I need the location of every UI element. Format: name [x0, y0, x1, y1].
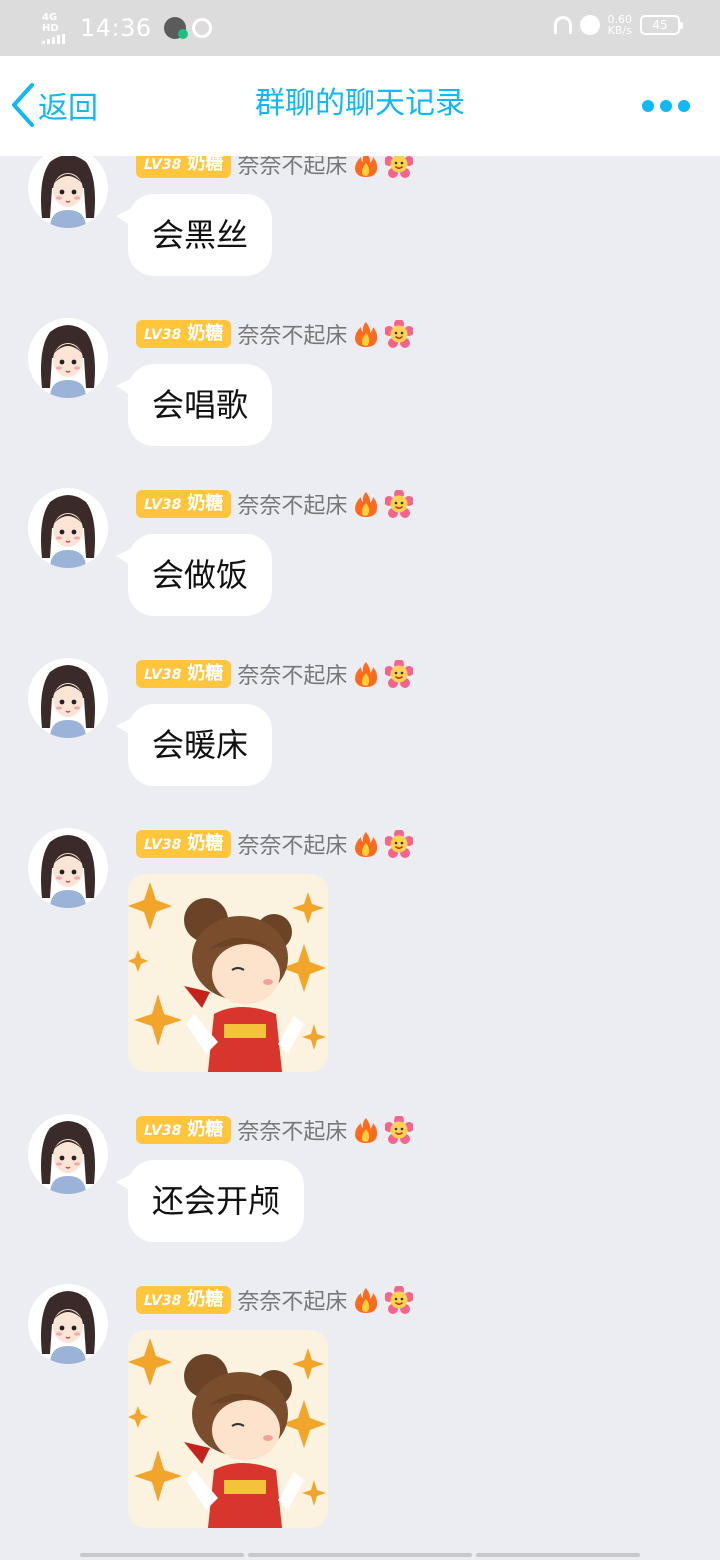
- message-bubble[interactable]: 还会开颅: [115, 1160, 305, 1242]
- status-bar: 4G HD 14:36 0.60 KB/s 45: [0, 0, 720, 56]
- level-badge: LV38 奶糖: [136, 660, 232, 688]
- message-list[interactable]: LV38 奶糖 奈奈不起床 会黑丝 LV38 奶糖 奈奈不起床 会唱歌 LV38 奶糖 奈奈…: [0, 156, 720, 1560]
- sync-icon: [191, 18, 212, 38]
- sender-name: 奈奈不起床: [237, 834, 348, 859]
- level-badge: LV38 奶糖: [136, 1286, 232, 1314]
- fire-icon: [353, 490, 379, 518]
- level-label: LV38: [144, 1293, 182, 1309]
- level-badge: LV38 奶糖: [136, 320, 232, 348]
- network-label: 4G HD: [42, 12, 59, 34]
- avatar[interactable]: [28, 1284, 108, 1364]
- speed-unit: KB/s: [607, 24, 632, 37]
- scroll-indicator: [248, 1553, 472, 1557]
- avatar[interactable]: [28, 488, 108, 568]
- sender-meta: LV38 奶糖 奈奈不起床: [136, 1285, 415, 1315]
- level-label: LV38: [144, 157, 182, 173]
- member-title: 奶糖: [187, 1289, 224, 1310]
- message-bubble[interactable]: 会黑丝: [115, 194, 273, 276]
- level-label: LV38: [144, 497, 182, 513]
- member-title: 奶糖: [187, 833, 224, 854]
- battery-icon: 45: [640, 15, 683, 35]
- level-badge: LV38 奶糖: [136, 490, 232, 518]
- flower-face-icon: [384, 319, 415, 348]
- level-label: LV38: [144, 837, 182, 853]
- avatar[interactable]: [28, 1114, 108, 1194]
- avatar[interactable]: [28, 658, 108, 738]
- network-speed: 0.60 KB/s: [608, 14, 633, 36]
- sender-name: 奈奈不起床: [237, 324, 348, 349]
- avatar[interactable]: [28, 318, 108, 398]
- fire-icon: [353, 1116, 379, 1144]
- sender-meta: LV38 奶糖 奈奈不起床: [136, 1115, 415, 1145]
- sender-meta: LV38 奶糖 奈奈不起床: [136, 156, 415, 179]
- flower-face-icon: [384, 659, 415, 688]
- level-label: LV38: [144, 667, 182, 683]
- message-bubble[interactable]: 会唱歌: [115, 364, 273, 446]
- fire-icon: [353, 830, 379, 858]
- sender-meta: LV38 奶糖 奈奈不起床: [136, 829, 415, 859]
- member-title: 奶糖: [187, 493, 224, 514]
- flower-face-icon: [384, 1285, 415, 1314]
- headphones-icon: [553, 16, 572, 34]
- avatar[interactable]: [28, 156, 108, 228]
- level-badge: LV38 奶糖: [136, 156, 232, 178]
- sender-name: 奈奈不起床: [237, 494, 348, 519]
- message-bubble[interactable]: 会做饭: [115, 534, 273, 616]
- message-bubble[interactable]: 会暖床: [115, 704, 273, 786]
- fire-icon: [353, 156, 379, 178]
- fire-icon: [353, 660, 379, 688]
- sender-name: 奈奈不起床: [237, 1290, 348, 1315]
- avatar[interactable]: [28, 828, 108, 908]
- level-label: LV38: [144, 327, 182, 343]
- sender-meta: LV38 奶糖 奈奈不起床: [136, 659, 415, 689]
- title-bar: 返回 群聊的聊天记录: [0, 56, 720, 156]
- flower-face-icon: [384, 829, 415, 858]
- fire-icon: [353, 1286, 379, 1314]
- scroll-indicator: [476, 1553, 640, 1557]
- app-notification-icon: [163, 17, 188, 39]
- more-dots-icon[interactable]: [642, 100, 690, 112]
- alarm-icon: [579, 15, 600, 35]
- scroll-indicator: [80, 1553, 244, 1557]
- level-badge: LV38 奶糖: [136, 1116, 232, 1144]
- flower-face-icon: [384, 156, 415, 178]
- sender-name: 奈奈不起床: [237, 664, 348, 689]
- signal-icon: [42, 34, 74, 44]
- fire-icon: [353, 320, 379, 348]
- sender-meta: LV38 奶糖 奈奈不起床: [136, 489, 415, 519]
- sticker-image[interactable]: [128, 1330, 328, 1528]
- sender-name: 奈奈不起床: [237, 156, 348, 179]
- sticker-image[interactable]: [128, 874, 328, 1072]
- member-title: 奶糖: [187, 1119, 224, 1140]
- page-title: 群聊的聊天记录: [255, 86, 465, 121]
- sender-meta: LV38 奶糖 奈奈不起床: [136, 319, 415, 349]
- status-time: 14:36: [80, 14, 152, 42]
- member-title: 奶糖: [187, 663, 224, 684]
- member-title: 奶糖: [187, 323, 224, 344]
- flower-face-icon: [384, 489, 415, 518]
- member-title: 奶糖: [187, 156, 224, 174]
- sender-name: 奈奈不起床: [237, 1120, 348, 1145]
- flower-face-icon: [384, 1115, 415, 1144]
- network-indicator: 4G HD: [42, 12, 74, 44]
- level-label: LV38: [144, 1123, 182, 1139]
- level-badge: LV38 奶糖: [136, 830, 232, 858]
